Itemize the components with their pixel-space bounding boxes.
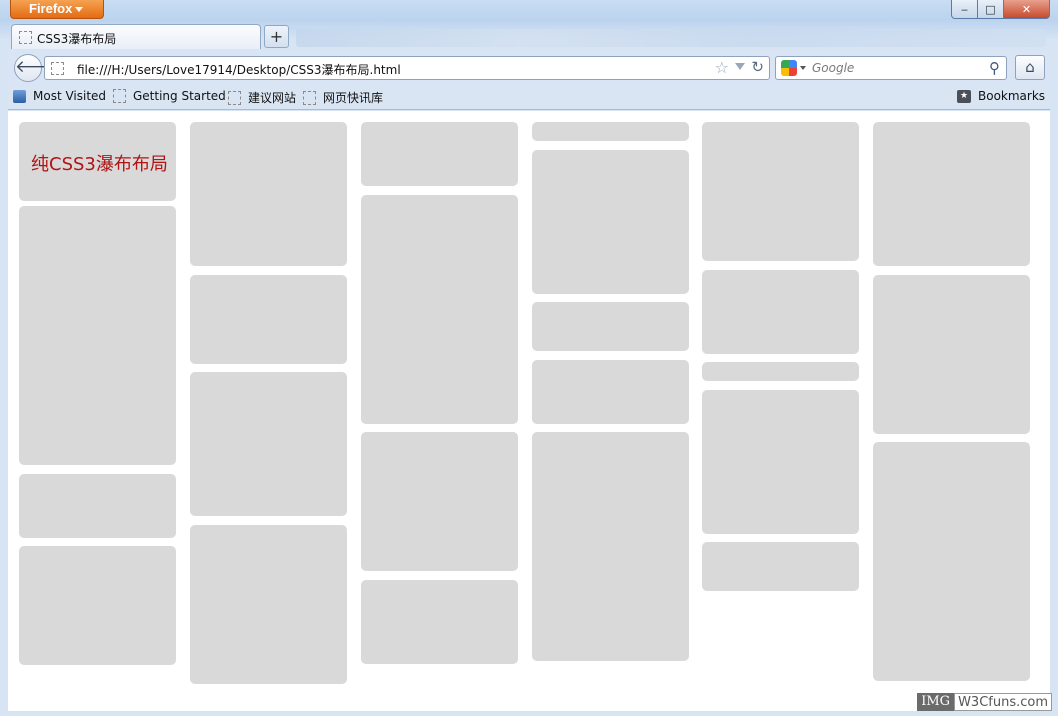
waterfall-card bbox=[361, 122, 518, 186]
star-icon[interactable]: ☆ bbox=[715, 58, 729, 77]
waterfall-card bbox=[532, 150, 689, 294]
waterfall-card bbox=[19, 474, 176, 538]
tab-title: CSS3瀑布布局 bbox=[37, 32, 117, 46]
firefox-menu-label: Firefox bbox=[29, 1, 73, 16]
url-bar[interactable]: file:///H:/Users/Love17914/Desktop/CSS3瀑… bbox=[44, 56, 770, 80]
maximize-button[interactable]: □ bbox=[978, 0, 1004, 19]
waterfall-card bbox=[19, 546, 176, 665]
bookmark-label: Getting Started bbox=[133, 89, 226, 103]
home-button[interactable]: ⌂ bbox=[1015, 55, 1045, 80]
search-icon[interactable]: ⚲ bbox=[989, 59, 1000, 77]
page-icon bbox=[51, 62, 64, 75]
waterfall-card bbox=[190, 275, 347, 364]
bookmarks-menu-button[interactable]: ★ Bookmarks bbox=[957, 89, 1045, 103]
bookmarks-star-icon: ★ bbox=[957, 89, 971, 103]
waterfall-card bbox=[190, 525, 347, 684]
bookmark-label: 建议网站 bbox=[248, 91, 297, 105]
bookmark-web-slice-gallery[interactable]: 网页快讯库 bbox=[303, 89, 383, 106]
page-content: 纯CSS3瀑布布局 bbox=[8, 111, 1050, 711]
bookmark-label: Most Visited bbox=[33, 89, 107, 103]
chevron-down-icon[interactable] bbox=[800, 66, 806, 70]
waterfall-card bbox=[190, 372, 347, 516]
bookmarks-menu-label: Bookmarks bbox=[978, 89, 1046, 103]
watermark: IMG W3Cfuns.com bbox=[917, 693, 1052, 711]
waterfall-card bbox=[873, 275, 1030, 434]
waterfall-card bbox=[873, 442, 1030, 681]
new-tab-button[interactable]: + bbox=[264, 25, 289, 48]
page-icon bbox=[113, 89, 126, 103]
browser-window: Firefox ‒ □ ✕ CSS3瀑布布局 + 🡐 file:///H:/Us… bbox=[0, 0, 1058, 716]
tab-active[interactable]: CSS3瀑布布局 bbox=[11, 24, 261, 49]
back-button[interactable]: 🡐 bbox=[14, 54, 61, 82]
waterfall-card bbox=[532, 360, 689, 424]
minimize-button[interactable]: ‒ bbox=[951, 0, 978, 19]
page-title: 纯CSS3瀑布布局 bbox=[31, 154, 168, 175]
bookmark-most-visited[interactable]: Most Visited bbox=[13, 89, 106, 103]
waterfall-card bbox=[190, 122, 347, 266]
title-card: 纯CSS3瀑布布局 bbox=[19, 122, 176, 201]
firefox-menu-button[interactable]: Firefox bbox=[10, 0, 104, 19]
watermark-img-label: IMG bbox=[917, 693, 955, 711]
waterfall-card bbox=[702, 270, 859, 354]
waterfall-card bbox=[873, 122, 1030, 266]
bookmarks-toolbar: Most Visited Getting Started 建议网站 网页快讯库 … bbox=[8, 86, 1050, 110]
background-tabs bbox=[296, 29, 1046, 47]
waterfall-card bbox=[361, 580, 518, 664]
window-controls: ‒ □ ✕ bbox=[951, 0, 1050, 19]
waterfall-card bbox=[361, 432, 518, 571]
close-button[interactable]: ✕ bbox=[1004, 0, 1050, 19]
search-input[interactable]: Google bbox=[812, 61, 854, 75]
waterfall-card bbox=[702, 122, 859, 261]
history-dropdown-icon[interactable] bbox=[735, 63, 745, 70]
page-icon bbox=[228, 90, 241, 105]
chevron-down-icon bbox=[75, 7, 83, 12]
bookmark-suggested-sites[interactable]: 建议网站 bbox=[228, 89, 296, 106]
waterfall-card bbox=[532, 122, 689, 141]
page-icon bbox=[303, 90, 316, 105]
bookmark-getting-started[interactable]: Getting Started bbox=[113, 89, 226, 103]
bookmark-label: 网页快讯库 bbox=[323, 91, 384, 105]
watermark-site-label: W3Cfuns.com bbox=[954, 693, 1052, 711]
waterfall-card bbox=[702, 390, 859, 534]
most-visited-icon bbox=[13, 89, 26, 103]
waterfall-card bbox=[532, 302, 689, 351]
waterfall-card bbox=[19, 206, 176, 465]
google-icon[interactable] bbox=[781, 60, 797, 76]
page-icon bbox=[19, 31, 32, 44]
reload-icon[interactable]: ↻ bbox=[751, 58, 764, 76]
waterfall-card bbox=[361, 195, 518, 424]
waterfall-card bbox=[702, 542, 859, 591]
search-bar[interactable]: Google ⚲ bbox=[775, 56, 1007, 80]
navigation-toolbar: 🡐 file:///H:/Users/Love17914/Desktop/CSS… bbox=[8, 50, 1050, 86]
waterfall-card bbox=[702, 362, 859, 381]
waterfall-card bbox=[532, 432, 689, 661]
url-text[interactable]: file:///H:/Users/Love17914/Desktop/CSS3瀑… bbox=[77, 61, 401, 78]
